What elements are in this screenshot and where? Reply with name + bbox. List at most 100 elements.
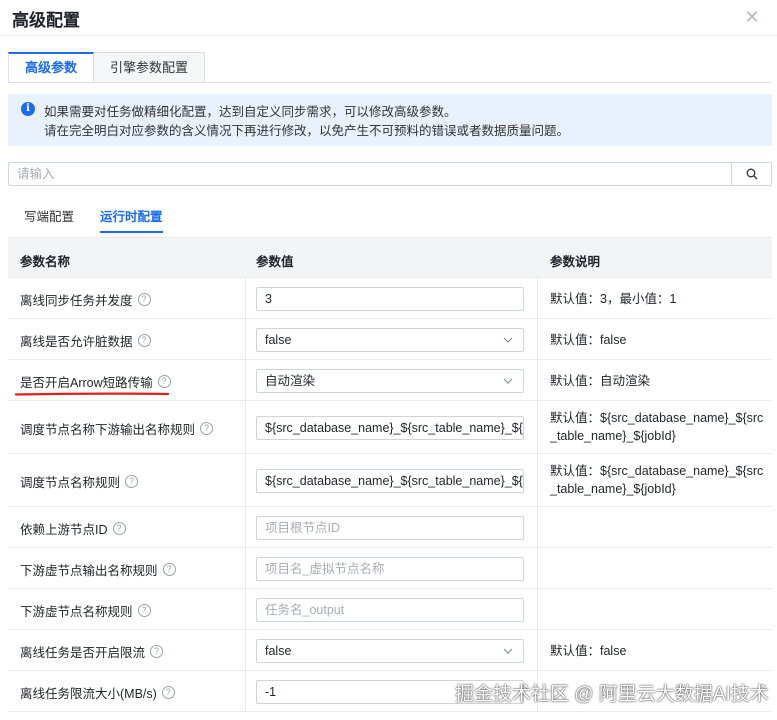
tab-runtime-config[interactable]: 运行时配置 xyxy=(100,206,163,233)
params-table: 参数名称 参数值 参数说明 离线同步任务并发度? 3 默认值：3，最小值：1 离线是否… xyxy=(8,237,772,712)
param-name-label: 下游虚节点名称规则 xyxy=(20,604,133,619)
tab-engine-params[interactable]: 引擎参数配置 xyxy=(94,52,206,83)
param-name: 离线任务限流大小(MB/s)? xyxy=(20,683,175,702)
param-name-label: 是否开启Arrow短路传输 xyxy=(20,375,153,390)
help-icon[interactable]: ? xyxy=(200,421,214,435)
param-description: 默认值：false xyxy=(550,332,627,347)
param-value-cell: 自动渲染 xyxy=(246,360,538,400)
param-name-label: 依赖上游节点ID xyxy=(20,522,108,537)
param-value-select[interactable]: false xyxy=(256,327,524,352)
param-name: 离线任务是否开启限流? xyxy=(20,642,164,661)
table-header: 参数名称 参数值 参数说明 xyxy=(8,238,772,278)
param-value-text: ${src_database_name}_${src_table_name}_$… xyxy=(265,473,523,488)
param-name-cell: 离线同步任务并发度? xyxy=(8,278,246,318)
param-name-cell: 离线任务是否开启限流? xyxy=(8,630,246,670)
param-desc-cell xyxy=(538,589,772,629)
tab-advanced-params[interactable]: 高级参数 xyxy=(8,52,95,83)
help-icon[interactable]: ? xyxy=(112,521,126,535)
param-desc-cell: 默认值：3，最小值：1 xyxy=(538,278,772,318)
param-name: 调度节点名称下游输出名称规则? xyxy=(20,419,214,438)
param-name: 下游虚节点名称规则? xyxy=(20,601,151,620)
param-value-text: false xyxy=(265,643,292,658)
notice-line-2: 请在完全明白对应参数的含义情况下再进行修改，以免产生不可预料的错误或者数据质量问… xyxy=(44,124,570,138)
help-icon[interactable]: ? xyxy=(157,374,171,388)
search-input[interactable] xyxy=(9,163,731,185)
help-icon[interactable]: ? xyxy=(137,292,151,306)
help-icon[interactable]: ? xyxy=(137,603,151,617)
param-value-cell: 项目名_虚拟节点名称 xyxy=(246,548,538,588)
param-name: 调度节点名称规则? xyxy=(20,472,139,491)
param-value-text: 项目根节点ID xyxy=(265,520,341,535)
notice-line-1: 如果需要对任务做精细化配置，达到自定义同步需求，可以修改高级参数。 xyxy=(44,105,457,119)
search-button[interactable] xyxy=(731,163,771,185)
param-name-cell: 依赖上游节点ID? xyxy=(8,507,246,547)
param-description: 默认值：3，最小值：1 xyxy=(550,291,677,306)
param-value-cell: ${src_database_name}_${src_table_name}_$… xyxy=(246,401,538,453)
param-description: 默认值：自动渲染 xyxy=(550,373,651,388)
param-desc-cell: 默认值：false xyxy=(538,630,772,670)
param-name-cell: 调度节点名称下游输出名称规则? xyxy=(8,401,246,453)
dialog-title: 高级配置 xyxy=(12,11,80,30)
param-name-cell: 离线是否允许脏数据? xyxy=(8,319,246,359)
param-value-input[interactable]: 项目根节点ID xyxy=(256,515,524,540)
chevron-down-icon xyxy=(503,378,513,384)
param-description: 默认值：${src_database_name}_${src_table_nam… xyxy=(550,464,764,496)
param-value-input[interactable]: ${src_database_name}_${src_table_name}_$… xyxy=(256,415,524,440)
header-param-value: 参数值 xyxy=(256,255,294,269)
chevron-down-icon xyxy=(503,648,513,654)
param-value-cell: 3 xyxy=(246,278,538,318)
param-name: 下游虚节点输出名称规则? xyxy=(20,560,176,579)
param-name-label: 离线是否允许脏数据 xyxy=(20,334,133,349)
param-description: 默认值：${src_database_name}_${src_table_nam… xyxy=(550,411,764,443)
param-name-label: 离线同步任务并发度 xyxy=(20,293,133,308)
table-row: 下游虚节点名称规则? 任务名_output xyxy=(8,589,772,630)
tab-writer-config[interactable]: 写端配置 xyxy=(24,206,74,233)
table-row: 调度节点名称下游输出名称规则? ${src_database_name}_${sr… xyxy=(8,401,772,454)
param-value-cell: false xyxy=(246,319,538,359)
param-desc-cell: 默认值：false xyxy=(538,319,772,359)
param-value-input[interactable]: 项目名_虚拟节点名称 xyxy=(256,556,524,581)
table-body: 离线同步任务并发度? 3 默认值：3，最小值：1 离线是否允许脏数据? false 默认值… xyxy=(8,278,772,712)
param-value-cell: ${src_database_name}_${src_table_name}_$… xyxy=(246,454,538,506)
info-icon: i xyxy=(21,102,35,116)
close-icon[interactable]: ✕ xyxy=(743,8,761,26)
table-row: 离线是否允许脏数据? false 默认值：false xyxy=(8,319,772,360)
header-param-desc: 参数说明 xyxy=(550,255,601,269)
sub-tabs: 写端配置 运行时配置 xyxy=(24,206,189,233)
dialog-header: 高级配置 ✕ xyxy=(0,0,777,36)
param-value-text: 3 xyxy=(265,291,272,306)
param-value-cell: 项目根节点ID xyxy=(246,507,538,547)
param-name-label: 调度节点名称规则 xyxy=(20,475,121,490)
info-notice: i 如果需要对任务做精细化配置，达到自定义同步需求，可以修改高级参数。 请在完全… xyxy=(8,94,772,146)
header-param-name: 参数名称 xyxy=(20,255,71,269)
help-icon[interactable]: ? xyxy=(161,685,175,699)
param-name-label: 离线任务是否开启限流 xyxy=(20,645,146,660)
param-name: 依赖上游节点ID? xyxy=(20,519,126,538)
help-icon[interactable]: ? xyxy=(125,474,139,488)
help-icon[interactable]: ? xyxy=(162,562,176,576)
param-value-text: ${src_database_name}_${src_table_name}_$… xyxy=(265,420,523,435)
help-icon[interactable]: ? xyxy=(137,333,151,347)
table-row: 离线同步任务并发度? 3 默认值：3，最小值：1 xyxy=(8,278,772,319)
tabs-divider xyxy=(8,82,771,83)
search-icon xyxy=(746,168,758,180)
param-value-select[interactable]: 自动渲染 xyxy=(256,368,524,393)
param-value-text: false xyxy=(265,332,292,347)
param-value-input[interactable]: 3 xyxy=(256,286,524,311)
watermark: 掘金技术社区 @ 阿里云大数据AI技术 xyxy=(455,684,769,705)
param-value-input[interactable]: ${src_database_name}_${src_table_name}_$… xyxy=(256,468,524,493)
param-value-text: 项目名_虚拟节点名称 xyxy=(265,561,385,576)
param-value-cell: 任务名_output xyxy=(246,589,538,629)
param-name-cell: 下游虚节点输出名称规则? xyxy=(8,548,246,588)
param-desc-cell xyxy=(538,548,772,588)
param-name: 是否开启Arrow短路传输? xyxy=(20,372,171,391)
help-icon[interactable]: ? xyxy=(150,644,164,658)
param-name-cell: 下游虚节点名称规则? xyxy=(8,589,246,629)
main-tabs: 高级参数 引擎参数配置 xyxy=(8,52,206,83)
param-value-select[interactable]: false xyxy=(256,638,524,663)
param-name-label: 调度节点名称下游输出名称规则 xyxy=(20,422,196,437)
param-name-cell: 离线任务限流大小(MB/s)? xyxy=(8,671,246,711)
param-value-input[interactable]: 任务名_output xyxy=(256,597,524,622)
table-row: 依赖上游节点ID? 项目根节点ID xyxy=(8,507,772,548)
param-name-label: 离线任务限流大小(MB/s) xyxy=(20,686,157,701)
